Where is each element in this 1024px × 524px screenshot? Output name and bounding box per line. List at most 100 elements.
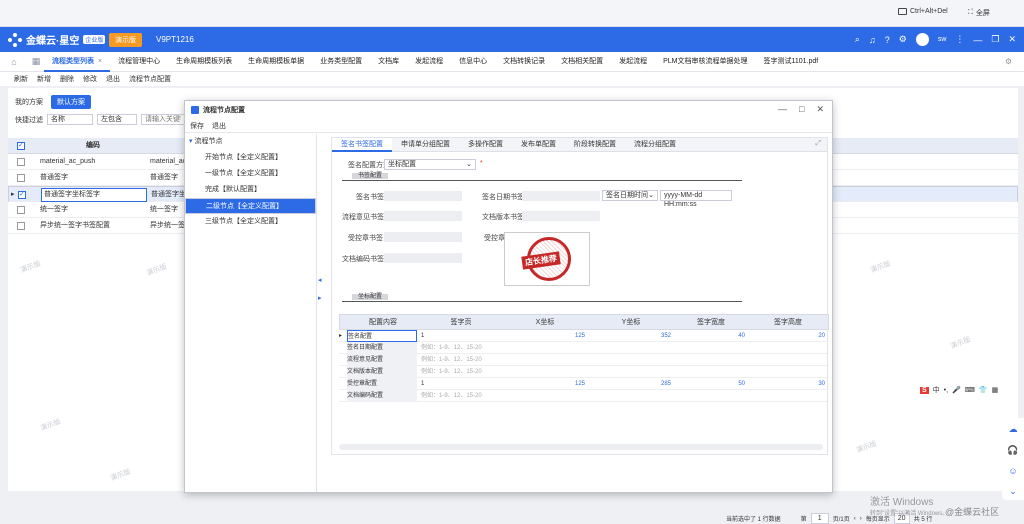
default-solution-button[interactable]: 默认方案 xyxy=(51,95,91,109)
filter-op-select[interactable]: 左包含 xyxy=(97,114,137,125)
refresh-button[interactable]: 刷新 xyxy=(14,74,28,84)
tree-node[interactable]: 三级节点【全定义配置】 xyxy=(185,214,316,230)
tab-settings-icon[interactable]: ⚙ xyxy=(1005,57,1024,66)
filter-field-select[interactable]: 名称 xyxy=(47,114,93,125)
filter-keyword-input[interactable] xyxy=(141,114,185,125)
keyboard-icon[interactable]: ⌨ xyxy=(965,386,975,394)
code-bookmark-input[interactable] xyxy=(384,253,462,263)
edit-button[interactable]: 修改 xyxy=(83,74,97,84)
version-bookmark-input[interactable] xyxy=(522,211,600,221)
coord-cell-page[interactable]: 1 xyxy=(421,330,499,342)
avatar[interactable] xyxy=(915,33,929,46)
coord-cell-y[interactable]: 352 xyxy=(589,330,671,342)
coord-cell-h[interactable] xyxy=(749,342,825,354)
help-icon[interactable]: ? xyxy=(885,35,890,45)
settings-icon[interactable]: ⚙ xyxy=(899,34,907,45)
sign-mode-select[interactable]: 坐标配置 ⌄ xyxy=(384,159,476,170)
tab-3[interactable]: 生命周期模板单据 xyxy=(240,52,312,72)
close-icon[interactable]: ✕ xyxy=(816,104,824,115)
coord-cell-h[interactable] xyxy=(749,354,825,366)
config-tab-1[interactable]: 申请单分组配置 xyxy=(392,138,459,152)
tab-11[interactable]: PLM文档审核流程单据处理 xyxy=(655,52,755,72)
row-checkbox[interactable] xyxy=(18,190,26,199)
coord-cell-y[interactable] xyxy=(589,354,671,366)
coord-cell-y[interactable]: 285 xyxy=(589,378,671,390)
tree-node[interactable]: 二级节点【全定义配置】 xyxy=(185,198,316,214)
tree-node[interactable]: 完成【默认配置】 xyxy=(185,182,316,198)
tree-root[interactable]: ▾ 流程节点 xyxy=(185,134,316,150)
prev-page-icon[interactable]: ‹ xyxy=(854,516,856,522)
date-type-select[interactable]: 签名日期时间 ⌄ xyxy=(602,190,658,201)
search-icon[interactable]: ⌕ xyxy=(855,34,860,45)
coord-cell-h[interactable] xyxy=(749,390,825,402)
coord-row[interactable]: 流程意见配置 例如：1-9、12、15-20 xyxy=(339,354,829,366)
coord-cell-y[interactable] xyxy=(589,342,671,354)
node-config-button[interactable]: 流程节点配置 xyxy=(129,74,171,84)
cloud-icon[interactable]: ☁ xyxy=(1009,424,1018,435)
coord-cell-h[interactable]: 20 xyxy=(749,330,825,342)
collapse-left-icon[interactable]: ◂ xyxy=(318,276,322,284)
sogou-icon[interactable]: S xyxy=(920,386,929,394)
tree-node[interactable]: 开始节点【全定义配置】 xyxy=(185,150,316,166)
coord-cell-page[interactable]: 1 xyxy=(421,378,499,390)
coord-cell-w[interactable] xyxy=(675,354,745,366)
coord-cell-page[interactable]: 例如：1-9、12、15-20 xyxy=(421,354,499,366)
expand-icon[interactable]: ⤢ xyxy=(815,140,821,148)
sign-date-bookmark-input[interactable] xyxy=(522,191,600,201)
row-checkbox[interactable] xyxy=(17,174,25,182)
coord-cell-x[interactable] xyxy=(503,354,585,366)
save-button[interactable]: 保存 xyxy=(190,121,204,131)
coord-cell-x[interactable]: 125 xyxy=(503,378,585,390)
ctrl-alt-del-button[interactable]: Ctrl+Alt+Del xyxy=(898,8,948,15)
coord-row[interactable]: ▸ 签名配置 1 125 352 40 20 xyxy=(339,330,829,342)
tab-5[interactable]: 文档库 xyxy=(370,52,407,72)
smile-icon[interactable]: ☺ xyxy=(1008,466,1017,476)
coord-cell-h[interactable]: 30 xyxy=(749,378,825,390)
coord-cell-page[interactable]: 例如：1-9、12、15-20 xyxy=(421,390,499,402)
my-solutions-label[interactable]: 我的方案 xyxy=(15,97,43,107)
config-tab-2[interactable]: 多操作配置 xyxy=(459,138,512,152)
tab-2[interactable]: 生命周期模板列表 xyxy=(168,52,240,72)
maximize-icon[interactable]: □ xyxy=(799,104,804,115)
apps-icon[interactable]: ▦ xyxy=(28,56,44,67)
exit-button[interactable]: 退出 xyxy=(212,121,226,131)
tab-6[interactable]: 发起流程 xyxy=(407,52,451,72)
horizontal-scrollbar[interactable] xyxy=(339,444,823,450)
punct-icon[interactable]: •, xyxy=(944,387,948,394)
coord-row[interactable]: 签名日期配置 例如：1-9、12、15-20 xyxy=(339,342,829,354)
coord-cell-x[interactable] xyxy=(503,342,585,354)
expand-right-icon[interactable]: ▸ xyxy=(318,294,322,302)
coord-row[interactable]: 文档版本配置 例如：1-9、12、15-20 xyxy=(339,366,829,378)
ime-lang[interactable]: 中 xyxy=(933,385,940,395)
select-all-checkbox[interactable] xyxy=(17,141,25,150)
tree-node[interactable]: 一级节点【全定义配置】 xyxy=(185,166,316,182)
mic-icon[interactable]: 🎤 xyxy=(952,386,961,394)
fullscreen-button[interactable]: ⛶ 全屏 xyxy=(968,8,990,18)
page-input[interactable]: 1 xyxy=(810,513,829,524)
minimize-icon[interactable]: — xyxy=(973,35,982,45)
tab-4[interactable]: 业务类型配置 xyxy=(312,52,370,72)
config-tab-5[interactable]: 流程分组配置 xyxy=(625,138,685,152)
row-checkbox[interactable] xyxy=(17,222,25,230)
coord-cell-x[interactable] xyxy=(503,390,585,402)
opinion-bookmark-input[interactable] xyxy=(384,211,462,221)
row-checkbox[interactable] xyxy=(17,206,25,214)
sign-bookmark-input[interactable] xyxy=(384,191,462,201)
tab-8[interactable]: 文档转换记录 xyxy=(495,52,553,72)
headset-icon[interactable]: 🎧 xyxy=(1007,445,1018,456)
config-tab-0[interactable]: 签名书签配置 xyxy=(332,137,392,152)
bell-icon[interactable]: ♫ xyxy=(869,35,876,45)
minimize-icon[interactable]: — xyxy=(778,104,787,115)
coord-cell-w[interactable] xyxy=(675,342,745,354)
row-checkbox[interactable] xyxy=(17,158,25,166)
config-tab-3[interactable]: 发布单配置 xyxy=(512,138,565,152)
chevron-down-icon[interactable]: ⌄ xyxy=(1009,486,1017,497)
coord-cell-h[interactable] xyxy=(749,366,825,378)
tab-7[interactable]: 信息中心 xyxy=(451,52,495,72)
coord-cell-w[interactable] xyxy=(675,390,745,402)
tools-icon[interactable]: ▦ xyxy=(992,386,999,394)
coord-row[interactable]: 文档编码配置 例如：1-9、12、15-20 xyxy=(339,390,829,402)
coord-cell-w[interactable] xyxy=(675,366,745,378)
coord-cell-x[interactable]: 125 xyxy=(503,330,585,342)
close-icon[interactable]: ✕ xyxy=(1008,34,1016,45)
